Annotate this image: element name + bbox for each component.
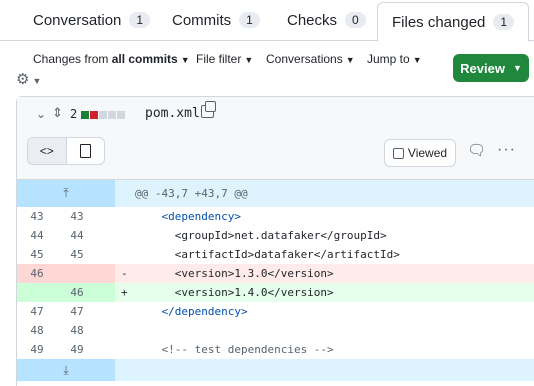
review-label: Review [460, 60, 505, 76]
tab-count: 1 [129, 12, 151, 28]
file-filter-dropdown[interactable]: File filter ▼ [196, 52, 253, 66]
view-toggle: <> [27, 137, 105, 165]
diffstat-neutral [99, 111, 107, 119]
new-line-number[interactable]: 44 [57, 229, 97, 242]
new-line-number[interactable]: 48 [57, 324, 97, 337]
line-code: <!-- test dependencies --> [135, 343, 334, 356]
checkbox[interactable] [392, 147, 404, 159]
caret-down-icon: ▼ [412, 55, 422, 65]
conversations-label: Conversations [266, 52, 343, 66]
copy-icon[interactable] [201, 101, 216, 118]
new-line-number[interactable]: 49 [57, 343, 97, 356]
diffstat-addition [81, 111, 89, 119]
tab-checks[interactable]: Checks 0 [287, 0, 366, 40]
tab-label: Files changed [392, 13, 486, 31]
file-header: ⌄ ⇕ 2 pom.xml <> Viewed 🗨 ··· [17, 97, 534, 180]
diffstat-neutral [108, 111, 116, 119]
diff-line: 45 45 <artifactId>datafaker</artifactId> [17, 245, 534, 264]
new-line-number[interactable]: 43 [57, 210, 97, 223]
new-line-number[interactable]: 47 [57, 305, 97, 318]
expand-row: ⤓ [17, 359, 534, 381]
old-line-number[interactable]: 47 [17, 305, 57, 318]
gear-icon: ⚙ [16, 71, 30, 88]
kebab-horizontal-icon[interactable]: ··· [497, 141, 516, 159]
old-line-number[interactable]: 46 [17, 267, 57, 280]
deletion-sign: - [121, 267, 128, 280]
jump-to-dropdown[interactable]: Jump to ▼ [367, 52, 422, 66]
file-name[interactable]: pom.xml [145, 106, 200, 121]
changes-from-prefix: Changes from [33, 52, 112, 66]
caret-down-icon: ▼ [180, 55, 190, 65]
diffstat-deletion [90, 111, 98, 119]
diff-line: 48 48 [17, 321, 534, 340]
caret-down-icon: ▼ [244, 55, 254, 65]
comment-icon[interactable]: 🗨 [467, 141, 486, 159]
old-line-number[interactable]: 48 [17, 324, 57, 337]
changes-from-dropdown[interactable]: Changes from all commits ▼ [33, 52, 190, 66]
diffstat-neutral [117, 111, 125, 119]
jump-to-label: Jump to [367, 52, 410, 66]
expand-up-icon[interactable]: ⤒ [17, 186, 115, 201]
line-code: <groupId>net.datafaker</groupId> [135, 229, 387, 242]
tab-count: 0 [345, 12, 366, 28]
viewed-label: Viewed [407, 146, 448, 160]
diffstat-bar [81, 111, 125, 119]
file-filter-label: File filter [196, 52, 242, 66]
diff-line: 47 47 </dependency> [17, 302, 534, 321]
code-view-button[interactable]: <> [28, 138, 67, 164]
pr-tabs: Conversation 1 Commits 1 Checks 0 Files … [0, 0, 534, 42]
caret-down-icon: ▼ [32, 76, 42, 86]
tab-files-changed[interactable]: Files changed 1 [377, 2, 530, 42]
chevron-down-icon[interactable]: ⌄ [36, 107, 46, 121]
old-line-number[interactable]: 44 [17, 229, 57, 242]
diff-table: ⤒ @@ -43,7 +43,7 @@ 43 43 <dependency> 4… [17, 180, 534, 381]
addition-line: 46 + <version>1.4.0</version> [17, 283, 534, 302]
settings-dropdown[interactable]: ⚙ ▼ [16, 70, 41, 88]
tab-label: Commits [172, 11, 232, 29]
diff-line: 44 44 <groupId>net.datafaker</groupId> [17, 226, 534, 245]
line-code: <version>1.4.0</version> [135, 286, 334, 299]
move-icon: ⇕ [52, 105, 63, 120]
tab-conversation[interactable]: Conversation 1 [33, 0, 151, 40]
deletion-line: 46 - <version>1.3.0</version> [17, 264, 534, 283]
diff-line: 49 49 <!-- test dependencies --> [17, 340, 534, 359]
line-code: <dependency> [135, 210, 241, 223]
caret-down-icon: ▼ [345, 55, 355, 65]
hunk-header: @@ -43,7 +43,7 @@ [135, 187, 248, 200]
review-button[interactable]: Review ▼ [453, 54, 529, 82]
file-diff-card: ⌄ ⇕ 2 pom.xml <> Viewed 🗨 ··· ⤒ @@ -43,7… [16, 96, 534, 386]
tab-label: Conversation [33, 11, 122, 29]
addition-sign: + [121, 286, 128, 299]
tab-commits[interactable]: Commits 1 [172, 0, 260, 40]
changes-count: 2 [70, 107, 78, 121]
tab-count: 1 [493, 14, 515, 30]
new-line-number[interactable]: 46 [57, 286, 97, 299]
code-icon: <> [39, 144, 54, 158]
tab-count: 1 [239, 12, 260, 28]
line-code: <version>1.3.0</version> [135, 267, 334, 280]
viewed-checkbox[interactable]: Viewed [384, 139, 456, 167]
line-code: <artifactId>datafaker</artifactId> [135, 248, 400, 261]
caret-down-icon: ▼ [512, 63, 522, 73]
old-line-number[interactable]: 49 [17, 343, 57, 356]
diff-line: 43 43 <dependency> [17, 207, 534, 226]
conversations-dropdown[interactable]: Conversations ▼ [266, 52, 355, 66]
line-code: </dependency> [135, 305, 248, 318]
new-line-number[interactable]: 45 [57, 248, 97, 261]
hunk-header-row: ⤒ @@ -43,7 +43,7 @@ [17, 180, 534, 207]
tab-label: Checks [287, 11, 338, 29]
old-line-number[interactable]: 45 [17, 248, 57, 261]
file-icon [79, 144, 91, 158]
file-view-button[interactable] [67, 138, 105, 164]
changes-from-value: all commits [111, 52, 178, 66]
old-line-number[interactable]: 43 [17, 210, 57, 223]
expand-down-icon[interactable]: ⤓ [17, 363, 115, 378]
